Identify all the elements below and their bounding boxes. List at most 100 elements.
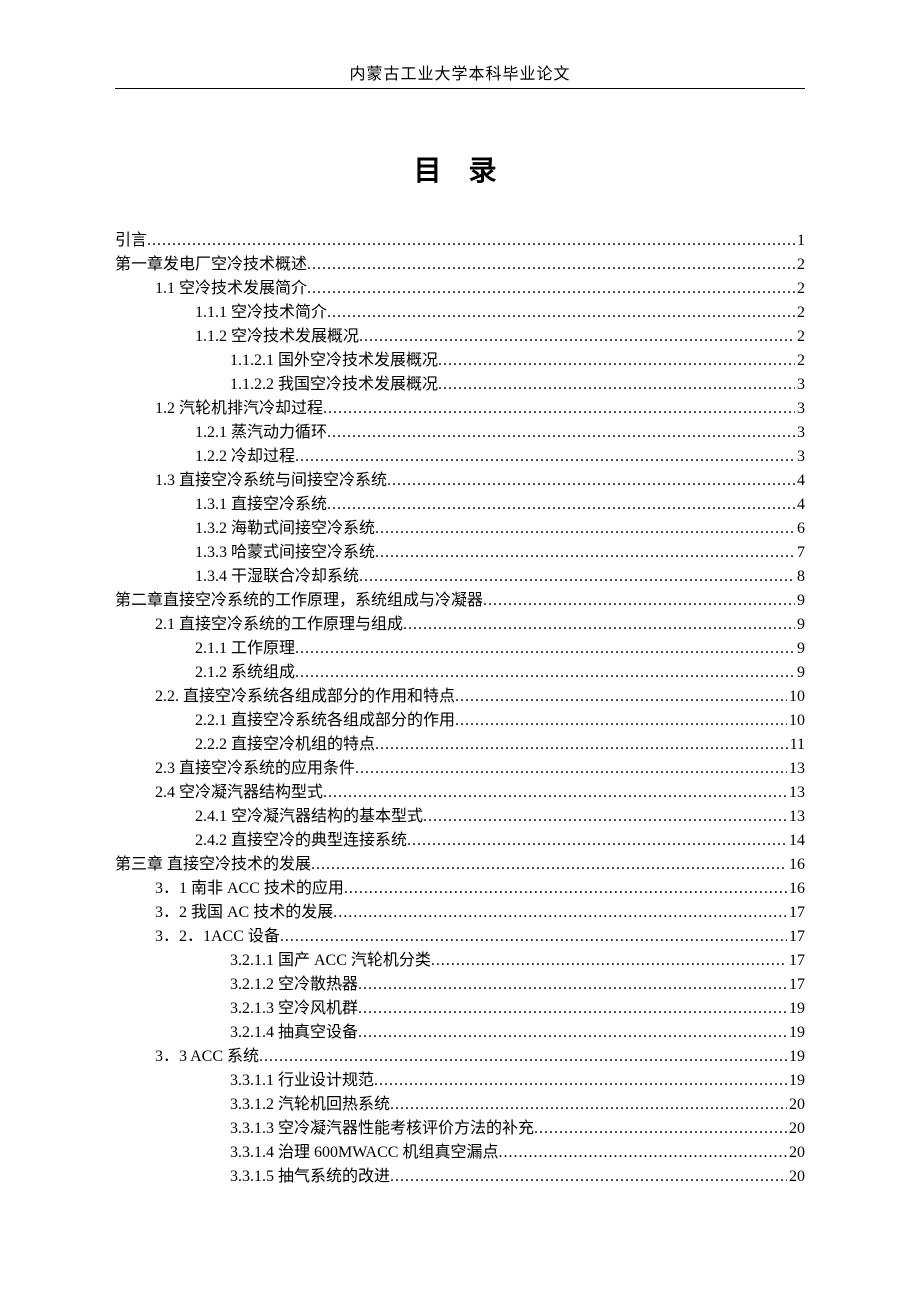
header-rule bbox=[115, 88, 805, 89]
toc-leader-dots bbox=[374, 1069, 787, 1093]
toc-row: 1.1.2.2 我国空冷技术发展概况3 bbox=[115, 373, 805, 397]
toc-entry-page: 2 bbox=[795, 325, 805, 349]
toc-entry-label: 第一章发电厂空冷技术概述 bbox=[115, 253, 307, 277]
toc-entry-label: 3.3.1.1 行业设计规范 bbox=[115, 1069, 374, 1093]
toc-row: 第一章发电厂空冷技术概述 2 bbox=[115, 253, 805, 277]
toc-row: 1.3.1 直接空冷系统 4 bbox=[115, 493, 805, 517]
toc-leader-dots bbox=[390, 1165, 787, 1189]
toc-leader-dots bbox=[455, 709, 787, 733]
toc-entry-page: 19 bbox=[787, 1069, 805, 1093]
toc-leader-dots bbox=[438, 349, 795, 373]
toc-leader-dots bbox=[323, 397, 795, 421]
toc-leader-dots bbox=[431, 949, 787, 973]
toc-leader-dots bbox=[390, 1093, 787, 1117]
toc-leader-dots bbox=[311, 853, 787, 877]
toc-leader-dots bbox=[327, 493, 795, 517]
toc-entry-label: 1.3.1 直接空冷系统 bbox=[115, 493, 327, 517]
toc-leader-dots bbox=[259, 1045, 787, 1069]
toc-entry-page: 20 bbox=[787, 1165, 805, 1189]
toc-entry-label: 3.2.1.3 空冷风机群 bbox=[115, 997, 358, 1021]
toc-row: 3.2.1.2 空冷散热器 17 bbox=[115, 973, 805, 997]
toc-row: 1.2.2 冷却过程 3 bbox=[115, 445, 805, 469]
toc-leader-dots bbox=[455, 685, 787, 709]
toc-entry-page: 6 bbox=[795, 517, 805, 541]
toc-entry-label: 3.3.1.2 汽轮机回热系统 bbox=[115, 1093, 390, 1117]
toc-row: 3.3.1.2 汽轮机回热系统 20 bbox=[115, 1093, 805, 1117]
toc-entry-page: 2 bbox=[795, 277, 805, 301]
toc-leader-dots bbox=[333, 901, 787, 925]
page-header: 内蒙古工业大学本科毕业论文 bbox=[115, 60, 805, 84]
toc-row: 2.1 直接空冷系统的工作原理与组成 9 bbox=[115, 613, 805, 637]
toc-leader-dots bbox=[498, 1141, 787, 1165]
toc-title: 目 录 bbox=[115, 149, 805, 189]
toc-entry-label: 引言 bbox=[115, 229, 147, 253]
toc-row: 3.2.1.3 空冷风机群 19 bbox=[115, 997, 805, 1021]
toc-leader-dots bbox=[534, 1117, 787, 1141]
toc-leader-dots bbox=[344, 877, 787, 901]
toc-row: 1.3.3 哈蒙式间接空冷系统 7 bbox=[115, 541, 805, 565]
toc-entry-label: 3.3.1.3 空冷凝汽器性能考核评价方法的补充 bbox=[115, 1117, 534, 1141]
toc-entry-page: 19 bbox=[787, 997, 805, 1021]
toc-entry-page: 19 bbox=[787, 1045, 805, 1069]
toc-row: 2.2. 直接空冷系统各组成部分的作用和特点 10 bbox=[115, 685, 805, 709]
toc-leader-dots bbox=[355, 757, 787, 781]
toc-leader-dots bbox=[387, 469, 795, 493]
toc-entry-page: 7 bbox=[795, 541, 805, 565]
toc-entry-label: 第二章直接空冷系统的工作原理，系统组成与冷凝器 bbox=[115, 589, 483, 613]
toc-entry-label: 3.3.1.4 治理 600MWACC 机组真空漏点 bbox=[115, 1141, 498, 1165]
toc-entry-page: 2 bbox=[795, 349, 805, 373]
toc-entry-label: 2.1.1 工作原理 bbox=[115, 637, 295, 661]
toc-row: 1.1 空冷技术发展简介 2 bbox=[115, 277, 805, 301]
toc-leader-dots bbox=[307, 253, 795, 277]
toc-entry-page: 20 bbox=[787, 1093, 805, 1117]
toc-entry-label: 3.2.1.2 空冷散热器 bbox=[115, 973, 358, 997]
toc-entry-label: 第三章 直接空冷技术的发展 bbox=[115, 853, 311, 877]
toc-entry-label: 2.4.2 直接空冷的典型连接系统 bbox=[115, 829, 407, 853]
toc-leader-dots bbox=[323, 781, 787, 805]
toc-row: 1.3.2 海勒式间接空冷系统 6 bbox=[115, 517, 805, 541]
toc-row: 3．2．1ACC 设备 17 bbox=[115, 925, 805, 949]
toc-entry-label: 1.1 空冷技术发展简介 bbox=[115, 277, 307, 301]
toc-row: 3.2.1.4 抽真空设备 19 bbox=[115, 1021, 805, 1045]
toc-leader-dots bbox=[359, 325, 795, 349]
toc-leader-dots bbox=[295, 661, 795, 685]
toc-entry-page: 17 bbox=[787, 925, 805, 949]
toc-row: 3.3.1.1 行业设计规范 19 bbox=[115, 1069, 805, 1093]
toc-row: 第三章 直接空冷技术的发展 16 bbox=[115, 853, 805, 877]
toc-entry-page: 16 bbox=[787, 877, 805, 901]
toc-entry-page: 3 bbox=[795, 445, 805, 469]
toc-entry-page: 19 bbox=[787, 1021, 805, 1045]
toc-entry-label: 1.1.2.1 国外空冷技术发展概况 bbox=[115, 349, 438, 373]
toc-entry-label: 1.2 汽轮机排汽冷却过程 bbox=[115, 397, 323, 421]
toc-entry-label: 2.2.1 直接空冷系统各组成部分的作用 bbox=[115, 709, 455, 733]
toc-entry-page: 4 bbox=[795, 493, 805, 517]
toc-entry-label: 1.2.1 蒸汽动力循环 bbox=[115, 421, 327, 445]
toc-entry-page: 4 bbox=[795, 469, 805, 493]
toc-leader-dots bbox=[359, 565, 795, 589]
toc-entry-page: 9 bbox=[795, 613, 805, 637]
toc-entry-label: 1.2.2 冷却过程 bbox=[115, 445, 295, 469]
toc-entry-page: 14 bbox=[787, 829, 805, 853]
toc-leader-dots bbox=[358, 997, 787, 1021]
toc-entry-label: 2.3 直接空冷系统的应用条件 bbox=[115, 757, 355, 781]
toc-entry-page: 3 bbox=[795, 421, 805, 445]
toc-entry-page: 8 bbox=[795, 565, 805, 589]
toc-entry-label: 2.1 直接空冷系统的工作原理与组成 bbox=[115, 613, 403, 637]
toc-leader-dots bbox=[358, 1021, 787, 1045]
toc-entry-label: 3.2.1.4 抽真空设备 bbox=[115, 1021, 358, 1045]
toc-leader-dots bbox=[295, 637, 795, 661]
toc-row: 引言 1 bbox=[115, 229, 805, 253]
toc-leader-dots bbox=[423, 805, 787, 829]
toc-row: 2.4.2 直接空冷的典型连接系统 14 bbox=[115, 829, 805, 853]
toc-row: 3．3 ACC 系统 19 bbox=[115, 1045, 805, 1069]
toc-entry-label: 3．3 ACC 系统 bbox=[115, 1045, 259, 1069]
toc-entry-page: 2 bbox=[795, 253, 805, 277]
toc-entry-page: 3 bbox=[795, 373, 805, 397]
toc-row: 1.3 直接空冷系统与间接空冷系统4 bbox=[115, 469, 805, 493]
toc-row: 2.2.1 直接空冷系统各组成部分的作用 10 bbox=[115, 709, 805, 733]
toc-entry-page: 1 bbox=[795, 229, 805, 253]
toc-entry-page: 9 bbox=[795, 661, 805, 685]
toc-leader-dots bbox=[327, 301, 795, 325]
toc-row: 1.2 汽轮机排汽冷却过程3 bbox=[115, 397, 805, 421]
toc-entry-label: 2.2.2 直接空冷机组的特点 bbox=[115, 733, 375, 757]
